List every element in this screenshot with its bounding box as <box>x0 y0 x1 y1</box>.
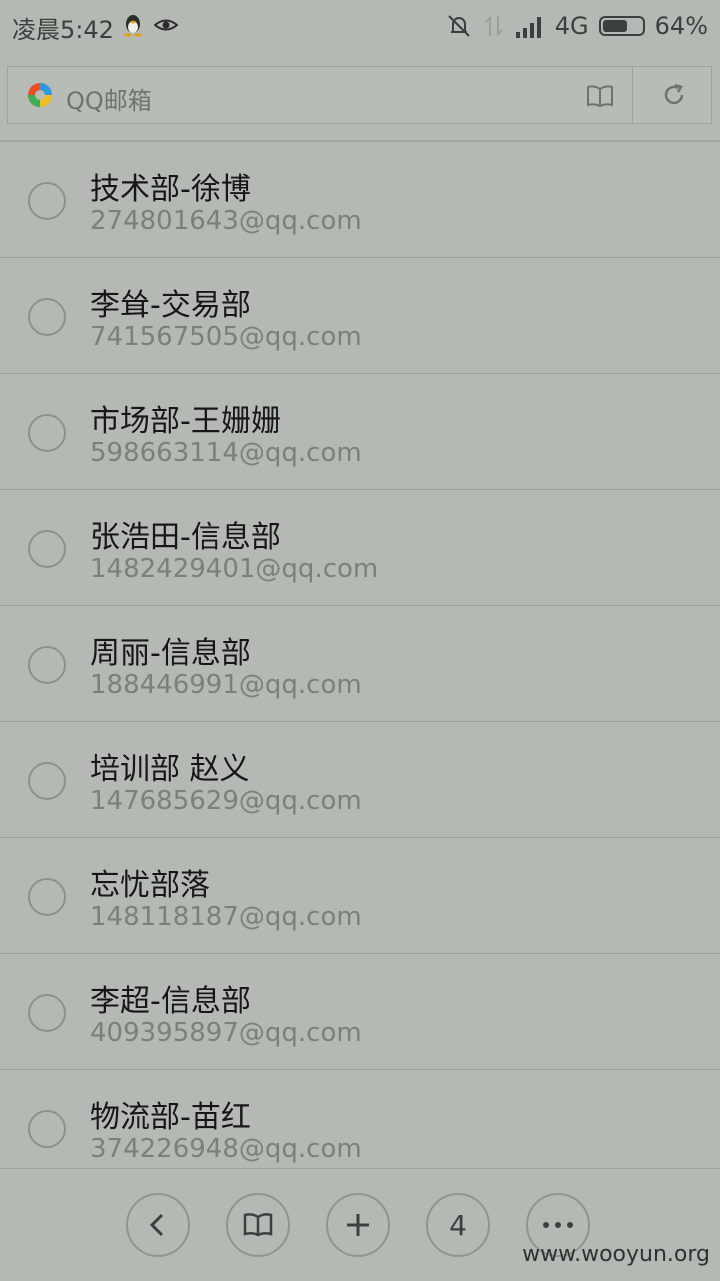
contact-row[interactable]: 周丽-信息部 188446991@qq.com <box>0 606 720 722</box>
contact-row[interactable]: 技术部-徐博 274801643@qq.com <box>0 142 720 258</box>
contact-email: 147685629@qq.com <box>90 786 362 816</box>
address-bar[interactable]: QQ邮箱 <box>7 66 712 124</box>
new-tab-button[interactable] <box>326 1193 390 1257</box>
contact-name: 培训部 赵义 <box>90 752 250 787</box>
contact-row[interactable]: 培训部 赵义 147685629@qq.com <box>0 722 720 838</box>
contact-email: 374226948@qq.com <box>90 1134 362 1164</box>
contact-row[interactable]: 张浩田-信息部 1482429401@qq.com <box>0 490 720 606</box>
back-button[interactable] <box>126 1193 190 1257</box>
status-icons: 4G 64% <box>445 10 708 42</box>
select-radio[interactable] <box>28 762 66 800</box>
network-type: 4G <box>554 12 589 40</box>
contact-name: 李耸-交易部 <box>90 288 251 323</box>
select-radio[interactable] <box>28 182 66 220</box>
battery-percent: 64% <box>654 12 708 40</box>
battery-icon <box>598 16 645 36</box>
contact-row[interactable]: 物流部-苗红 374226948@qq.com <box>0 1070 720 1168</box>
contact-name: 李超-信息部 <box>90 984 251 1019</box>
qq-penguin-icon <box>124 15 142 37</box>
select-radio[interactable] <box>28 878 66 916</box>
back-icon <box>149 1213 164 1237</box>
tabs-button[interactable]: 4 <box>426 1193 490 1257</box>
contact-email: 741567505@qq.com <box>90 322 362 352</box>
contact-row[interactable]: 李耸-交易部 741567505@qq.com <box>0 258 720 374</box>
page-title: QQ邮箱 <box>66 87 152 115</box>
select-radio[interactable] <box>28 994 66 1032</box>
contact-row[interactable]: 李超-信息部 409395897@qq.com <box>0 954 720 1070</box>
contact-email: 148118187@qq.com <box>90 902 362 932</box>
status-bar: 凌晨5:42 4G 64% <box>0 0 720 52</box>
signal-icon <box>515 17 541 38</box>
contact-email: 188446991@qq.com <box>90 670 362 700</box>
contact-name: 技术部-徐博 <box>90 172 251 207</box>
select-radio[interactable] <box>28 530 66 568</box>
select-radio[interactable] <box>28 1110 66 1148</box>
reader-book-icon[interactable] <box>586 83 614 109</box>
select-radio[interactable] <box>28 298 66 336</box>
tabs-count: 4 <box>449 1208 467 1242</box>
address-divider <box>632 67 633 123</box>
select-radio[interactable] <box>28 414 66 452</box>
contact-name: 市场部-王姗姗 <box>90 404 281 439</box>
contact-row[interactable]: 市场部-王姗姗 598663114@qq.com <box>0 374 720 490</box>
bookmarks-button[interactable] <box>226 1193 290 1257</box>
contact-name: 周丽-信息部 <box>90 636 251 671</box>
more-icon <box>543 1222 573 1228</box>
contact-email: 1482429401@qq.com <box>90 554 379 584</box>
contact-email: 409395897@qq.com <box>90 1018 362 1048</box>
contact-name: 物流部-苗红 <box>90 1100 251 1135</box>
contact-name: 张浩田-信息部 <box>90 520 281 555</box>
select-radio[interactable] <box>28 646 66 684</box>
bottom-toolbar: 4 www.wooyun.org <box>0 1168 720 1281</box>
qq-mail-logo-icon <box>28 83 52 107</box>
data-transfer-icon <box>485 15 503 37</box>
watermark: www.wooyun.org <box>522 1242 710 1267</box>
contact-email: 274801643@qq.com <box>90 206 362 236</box>
status-time: 凌晨5:42 <box>12 16 114 44</box>
contact-row[interactable]: 忘忧部落 148118187@qq.com <box>0 838 720 954</box>
refresh-icon[interactable] <box>660 81 688 109</box>
contact-name: 忘忧部落 <box>90 868 210 903</box>
bookmarks-icon <box>243 1213 273 1237</box>
eye-icon <box>154 19 178 31</box>
contact-email: 598663114@qq.com <box>90 438 362 468</box>
new-tab-icon <box>347 1214 369 1236</box>
contact-list[interactable]: 技术部-徐博 274801643@qq.com 李耸-交易部 741567505@qq… <box>0 142 720 1168</box>
mute-bell-icon <box>448 15 470 37</box>
